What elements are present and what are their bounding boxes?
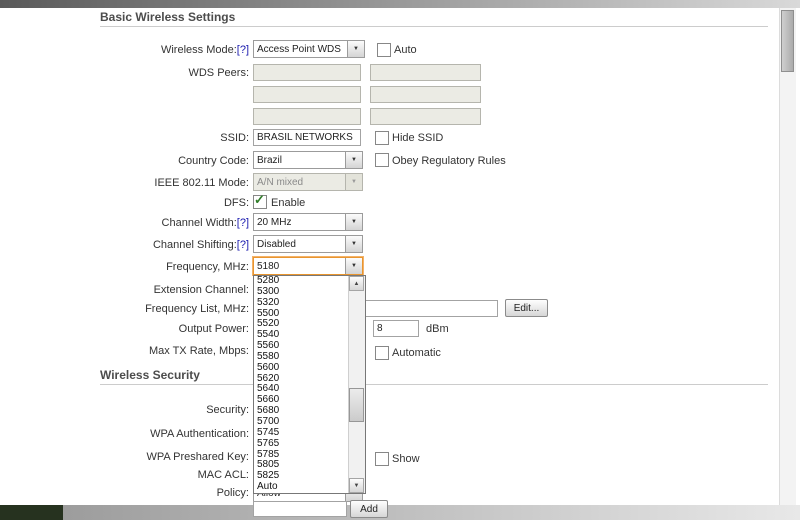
frequency-label: Frequency, MHz: bbox=[166, 261, 249, 273]
ieee-mode-select: A/N mixed ▼ bbox=[253, 173, 363, 191]
page-scrollbar-thumb[interactable] bbox=[781, 10, 794, 72]
ssid-input[interactable] bbox=[253, 129, 361, 146]
chevron-down-icon[interactable]: ▼ bbox=[345, 214, 362, 230]
wds-peer-input-1[interactable] bbox=[253, 64, 361, 81]
dfs-enable-checkbox[interactable] bbox=[253, 192, 267, 209]
frequency-dropdown-list: 5280 5300 5320 5500 5520 5540 5560 5580 5600 5620… bbox=[253, 275, 366, 494]
scroll-down-icon[interactable]: ▼ bbox=[349, 478, 364, 493]
dropdown-scrollbar-thumb[interactable] bbox=[349, 388, 364, 422]
output-power-input[interactable] bbox=[373, 320, 419, 337]
chevron-down-icon: ▼ bbox=[345, 174, 362, 190]
channel-shifting-label: Channel Shifting:[?] bbox=[152, 239, 249, 251]
mac-acl-add-button[interactable]: Add bbox=[350, 500, 388, 518]
hide-ssid-checkbox-label: Hide SSID bbox=[392, 132, 444, 144]
ssid-label: SSID: bbox=[220, 132, 249, 144]
security-label: Security: bbox=[206, 404, 249, 416]
channel-shifting-help-link[interactable]: [?] bbox=[237, 239, 249, 251]
frequency-option[interactable]: 5600 bbox=[254, 362, 348, 374]
wds-peer-input-4[interactable] bbox=[370, 86, 481, 103]
hide-ssid-checkbox[interactable] bbox=[375, 131, 389, 145]
chevron-down-icon[interactable]: ▼ bbox=[345, 152, 362, 168]
max-tx-rate-label: Max TX Rate, Mbps: bbox=[148, 345, 249, 357]
wds-peer-input-5[interactable] bbox=[253, 108, 361, 125]
dropdown-scrollbar[interactable]: ▲ ▼ bbox=[348, 276, 365, 493]
frequency-option[interactable]: 5765 bbox=[254, 438, 348, 450]
bottom-gradient-bar bbox=[0, 505, 800, 520]
output-power-label: Output Power: bbox=[178, 323, 249, 335]
channel-shifting-select[interactable]: Disabled ▼ bbox=[253, 235, 363, 253]
mac-acl-label: MAC ACL: bbox=[197, 469, 249, 481]
policy-label: Policy: bbox=[216, 487, 249, 499]
auto-checkbox-label: Auto bbox=[394, 44, 417, 56]
wds-peer-input-3[interactable] bbox=[253, 86, 361, 103]
mac-acl-address-input[interactable] bbox=[253, 501, 347, 517]
auto-checkbox[interactable] bbox=[377, 43, 391, 57]
frequency-option[interactable]: Auto bbox=[254, 481, 348, 493]
max-tx-rate-automatic-checkbox[interactable] bbox=[375, 346, 389, 360]
country-code-label: Country Code: bbox=[178, 155, 249, 167]
wireless-mode-help-link[interactable]: [?] bbox=[237, 44, 249, 56]
wds-peers-label: WDS Peers: bbox=[188, 67, 249, 79]
section-divider bbox=[100, 384, 768, 385]
frequency-list-edit-button[interactable]: Edit... bbox=[505, 299, 548, 317]
channel-width-select[interactable]: 20 MHz ▼ bbox=[253, 213, 363, 231]
frequency-list-label: Frequency List, MHz: bbox=[145, 303, 249, 315]
section-divider bbox=[100, 26, 768, 27]
wpa-preshared-key-label: WPA Preshared Key: bbox=[146, 451, 249, 463]
wpa-show-checkbox[interactable] bbox=[375, 452, 389, 466]
frequency-option[interactable]: 5320 bbox=[254, 297, 348, 309]
channel-width-label: Channel Width:[?] bbox=[161, 217, 249, 229]
max-tx-rate-automatic-label: Automatic bbox=[392, 347, 441, 359]
top-gradient-bar bbox=[0, 0, 800, 8]
wds-peer-input-6[interactable] bbox=[370, 108, 481, 125]
country-code-select[interactable]: Brazil ▼ bbox=[253, 151, 363, 169]
chevron-down-icon[interactable]: ▼ bbox=[345, 258, 362, 274]
footer-logo-block bbox=[0, 505, 63, 520]
chevron-down-icon[interactable]: ▼ bbox=[347, 41, 364, 57]
obey-regulatory-checkbox[interactable] bbox=[375, 153, 389, 167]
wireless-mode-select[interactable]: Access Point WDS ▼ bbox=[253, 40, 365, 58]
frequency-select[interactable]: 5180 ▼ bbox=[253, 257, 363, 275]
basic-wireless-settings-page: Basic Wireless Settings Wireless Mode:[?… bbox=[0, 0, 800, 520]
channel-width-help-link[interactable]: [?] bbox=[237, 217, 249, 229]
scroll-up-icon[interactable]: ▲ bbox=[349, 276, 364, 291]
section-title-basic: Basic Wireless Settings bbox=[100, 10, 236, 24]
wpa-authentication-label: WPA Authentication: bbox=[150, 428, 249, 440]
chevron-down-icon[interactable]: ▼ bbox=[345, 236, 362, 252]
obey-regulatory-checkbox-label: Obey Regulatory Rules bbox=[392, 155, 506, 167]
section-title-security: Wireless Security bbox=[100, 368, 200, 382]
dfs-label: DFS: bbox=[223, 197, 249, 209]
wireless-mode-label: Wireless Mode:[?] bbox=[160, 44, 249, 56]
ieee-mode-label: IEEE 802.11 Mode: bbox=[154, 177, 249, 189]
frequency-options: 5280 5300 5320 5500 5520 5540 5560 5580 5600 5620… bbox=[254, 276, 348, 493]
extension-channel-label: Extension Channel: bbox=[153, 284, 249, 296]
dfs-enable-checkbox-label: Enable bbox=[271, 197, 306, 209]
page-scrollbar[interactable] bbox=[779, 8, 796, 505]
wpa-show-checkbox-label: Show bbox=[392, 453, 420, 465]
wds-peer-input-2[interactable] bbox=[370, 64, 481, 81]
output-power-unit: dBm bbox=[426, 323, 449, 335]
